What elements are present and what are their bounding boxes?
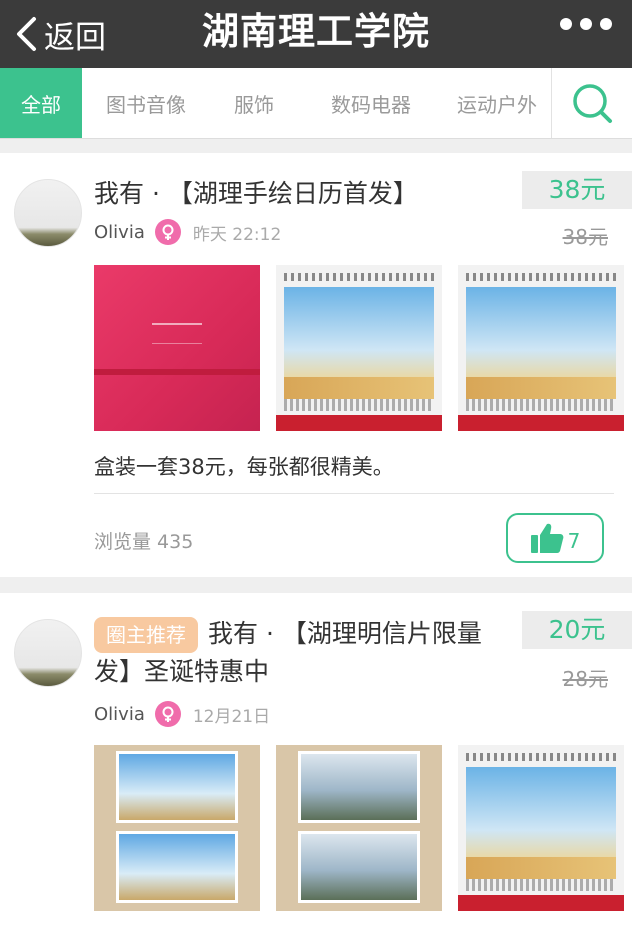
post-time: 12月21日 (192, 706, 271, 727)
like-button[interactable]: 7 (506, 513, 604, 563)
thumbs-up-icon (530, 523, 563, 553)
female-icon (154, 701, 181, 727)
search-icon (573, 84, 612, 123)
search-button[interactable] (551, 68, 632, 138)
post-time: 昨天 22:12 (192, 224, 282, 245)
original-price: 28元 (562, 667, 608, 691)
post-title[interactable]: 我有 · 【湖理手绘日历首发】 (94, 175, 512, 213)
product-image[interactable] (276, 745, 442, 911)
product-image[interactable] (94, 265, 260, 431)
product-image[interactable] (276, 265, 442, 431)
author-name[interactable]: Olivia (94, 222, 145, 243)
back-label: 返回 (44, 19, 106, 56)
more-icon[interactable] (560, 18, 612, 30)
post-card[interactable]: 我有 · 【湖理手绘日历首发】 38元 38元 Olivia 昨天 22:12 … (0, 153, 632, 577)
recommended-badge: 圈主推荐 (94, 617, 198, 653)
tab-electronics[interactable]: 数码电器 (298, 68, 444, 138)
view-count: 浏览量 435 (94, 531, 194, 553)
post-meta: Olivia 12月21日 (94, 701, 270, 727)
post-title-block[interactable]: 圈主推荐 我有 · 【湖理明信片限量发】圣诞特惠中 (94, 615, 512, 691)
tab-clothing[interactable]: 服饰 (210, 68, 298, 138)
top-bar: 返回 湖南理工学院 (0, 0, 632, 68)
chevron-left-icon (17, 17, 36, 51)
product-image[interactable] (458, 265, 624, 431)
category-tabs: 全部 图书音像 服饰 数码电器 运动户外 (0, 68, 632, 139)
product-image[interactable] (458, 745, 624, 911)
back-button[interactable]: 返回 (14, 8, 106, 60)
tab-books-media[interactable]: 图书音像 (82, 68, 210, 138)
original-price: 38元 (562, 225, 608, 249)
tab-all[interactable]: 全部 (0, 68, 82, 138)
product-image[interactable] (94, 745, 260, 911)
female-icon (154, 219, 181, 245)
divider (94, 493, 614, 494)
price: 38元 (522, 171, 632, 209)
post-card[interactable]: 圈主推荐 我有 · 【湖理明信片限量发】圣诞特惠中 20元 28元 Olivia … (0, 593, 632, 947)
price: 20元 (522, 611, 632, 649)
image-gallery (94, 265, 624, 431)
avatar[interactable] (14, 619, 82, 687)
tab-sports-outdoor[interactable]: 运动户外 (444, 68, 550, 138)
image-gallery (94, 745, 624, 911)
like-count: 7 (567, 529, 581, 553)
post-description: 盒装一套38元，每张都很精美。 (94, 455, 394, 479)
avatar[interactable] (14, 179, 82, 247)
author-name[interactable]: Olivia (94, 704, 145, 725)
post-meta: Olivia 昨天 22:12 (94, 219, 281, 245)
